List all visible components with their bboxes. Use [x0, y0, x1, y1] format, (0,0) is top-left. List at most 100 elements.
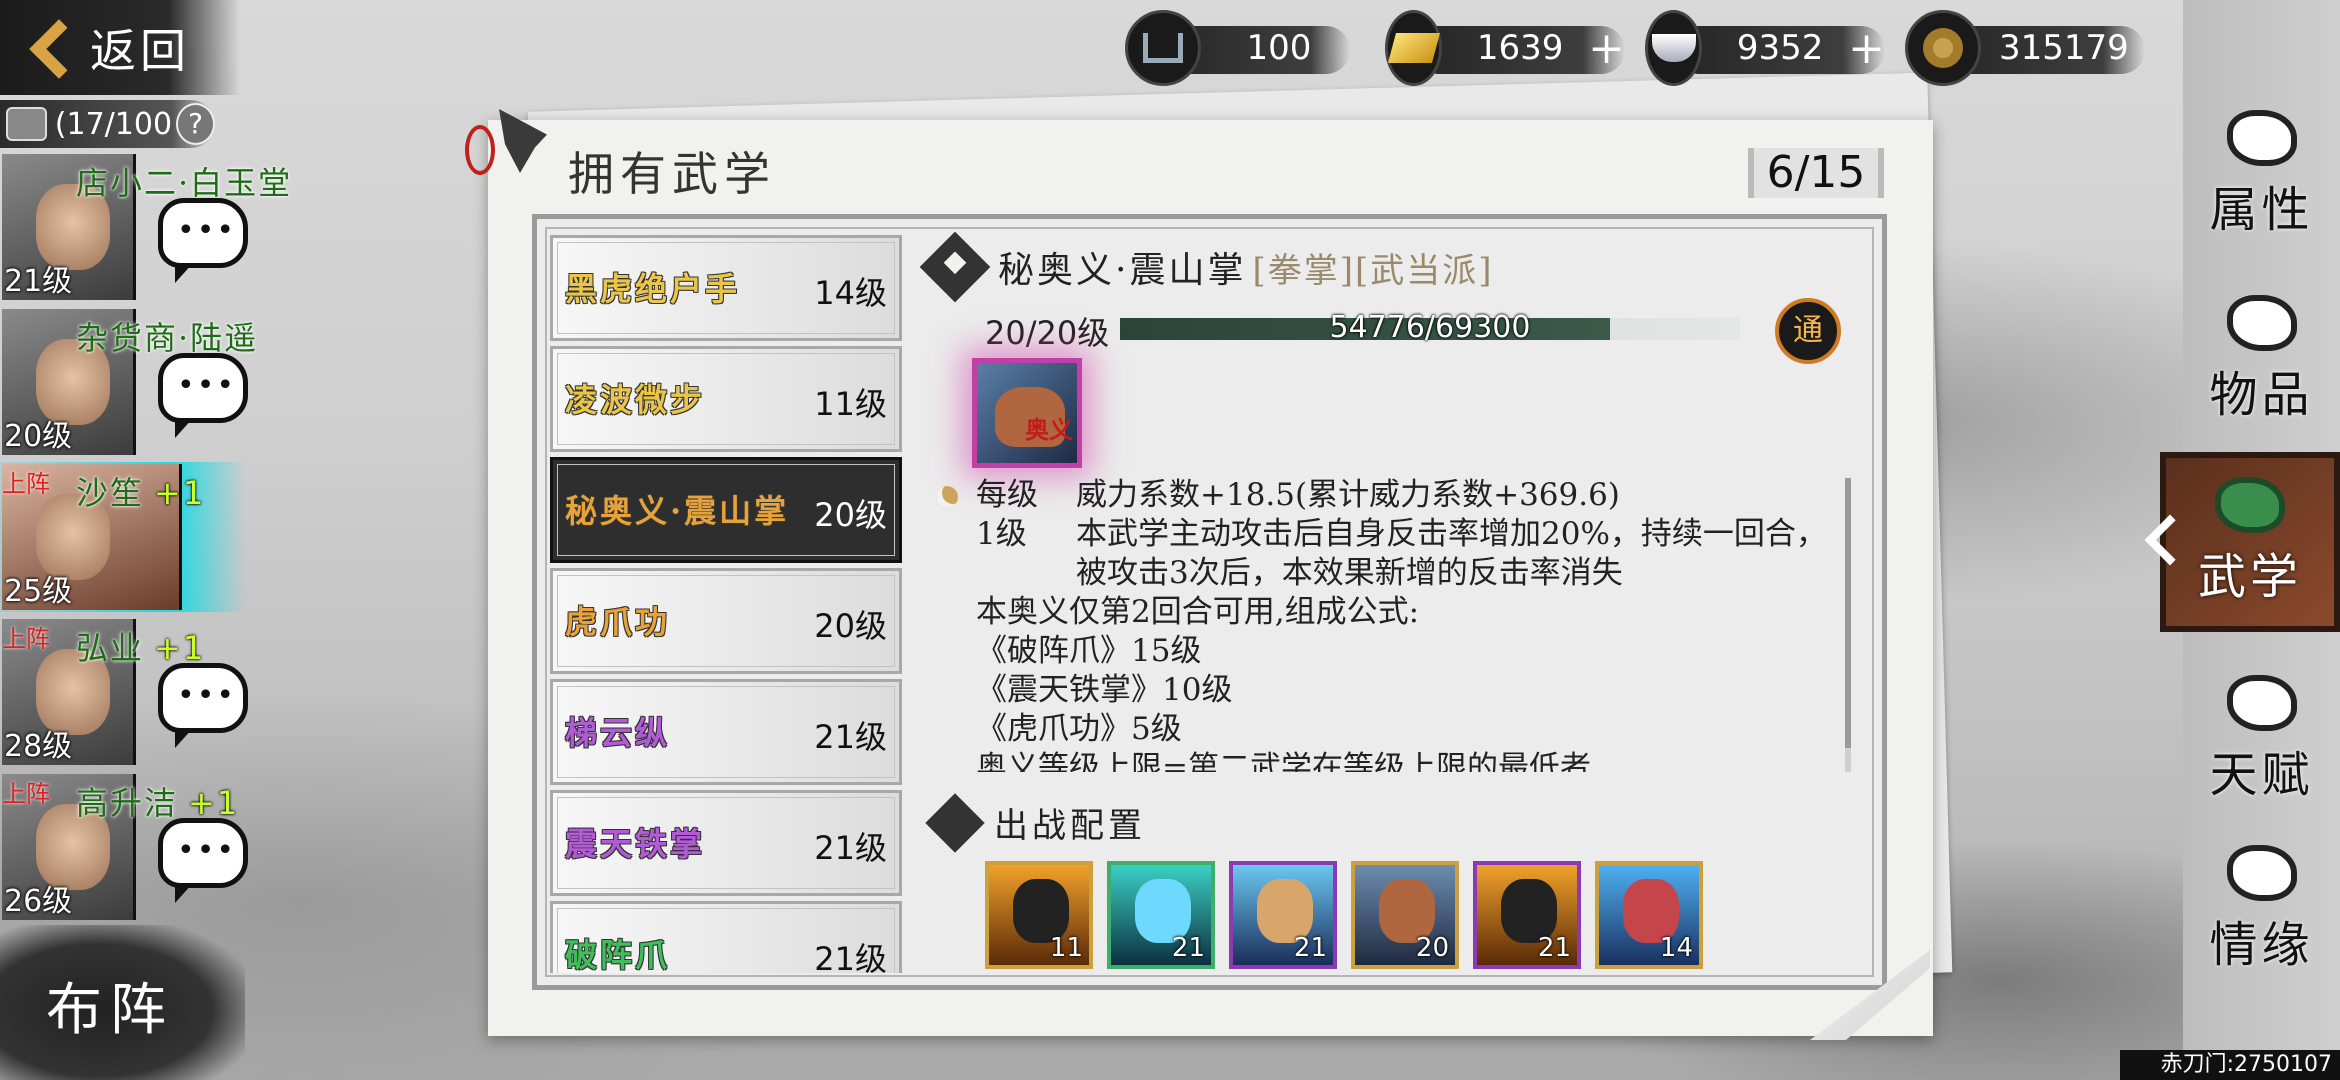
chevron-left-icon [28, 18, 74, 78]
player-id: 赤刀门:2750107 [2120, 1050, 2340, 1080]
skill-name: 秘奥义·震山掌 [565, 492, 790, 530]
crossed-swords-icon [925, 792, 985, 853]
back-label: 返回 [90, 23, 190, 78]
nav-bonds[interactable]: 情缘 [2183, 835, 2340, 985]
formula-line: 《破阵爪》15级 [976, 633, 1202, 669]
skill-level: 21级 [814, 940, 887, 973]
chat-bubble-icon[interactable] [158, 198, 248, 283]
nav-label: 物品 [2209, 367, 2314, 423]
gold-ingot-icon [1385, 10, 1443, 86]
slot-level: 20 [1415, 933, 1449, 963]
skill-item[interactable]: 破阵爪 21级 [550, 901, 902, 973]
hero-name: 弘业 [76, 629, 145, 667]
collapse-arrow-icon[interactable] [2140, 510, 2180, 570]
skill-item[interactable]: 震天铁掌 21级 [550, 790, 902, 896]
hero-card-3[interactable]: 上阵 弘业 +1 28级 [0, 617, 250, 767]
book-stack-icon [2215, 477, 2285, 533]
skill-count: 6/15 [1748, 148, 1884, 198]
formation-button[interactable]: 布阵 [0, 925, 245, 1080]
description-scrollbar[interactable] [1845, 478, 1851, 772]
add-gold-button[interactable]: + [1588, 23, 1625, 74]
cut-off-line: 奥义等级上限=第二武学在等级上限的最低者 [976, 750, 1591, 772]
skill-item[interactable]: 凌波微步 11级 [550, 346, 902, 452]
back-button[interactable]: 返回 [0, 0, 240, 95]
slot-level: 21 [1537, 933, 1571, 963]
copper-coin-icon [1905, 10, 1981, 86]
skill-detail-name: 秘奥义·震山掌 [998, 250, 1247, 291]
hero-bonus: +1 [154, 474, 206, 512]
hero-level: 28级 [4, 729, 73, 764]
currency-value: 1639 [1476, 28, 1564, 68]
formula-line: 《震天铁掌》10级 [976, 672, 1233, 708]
hero-bonus: +1 [154, 629, 206, 667]
hero-level: 21级 [4, 264, 73, 299]
skill-name: 震天铁掌 [565, 825, 706, 863]
hero-name: 沙笙 [76, 474, 145, 512]
silver-ingot-icon [1645, 10, 1703, 86]
hero-card-4[interactable]: 上阵 高升洁 +1 26级 [0, 772, 250, 922]
add-silver-button[interactable]: + [1848, 23, 1885, 74]
battle-slot[interactable]: 21 [1107, 861, 1215, 969]
heart-icon [2226, 845, 2297, 901]
nav-talent[interactable]: 天赋 [2183, 665, 2340, 815]
hero-card-2[interactable]: 上阵 沙笙 +1 25级 [0, 462, 250, 612]
battle-slot[interactable]: 11 [985, 861, 1093, 969]
nav-label: 天赋 [2209, 747, 2314, 803]
skill-detail-header: 秘奥义·震山掌 [拳掌][武当派] [919, 231, 1494, 303]
skill-level: 20级 [814, 607, 887, 645]
skill-list[interactable]: 黑虎绝户手 14级 凌波微步 11级 秘奥义·震山掌 20级 虎爪功 20级 梯云纵 21… [550, 235, 902, 973]
per-level-key: 每级 [976, 477, 1038, 513]
currency-gold: 1639 + [1385, 8, 1625, 88]
nav-items[interactable]: 物品 [2183, 285, 2340, 435]
capacity-count: (17/100 [54, 106, 173, 142]
hero-bonus: +1 [188, 784, 240, 822]
skill-name: 梯云纵 [565, 714, 671, 752]
hero-name: 高升洁 [76, 784, 179, 822]
battle-slot[interactable]: 21 [1473, 861, 1581, 969]
hero-level: 26级 [4, 884, 73, 919]
skill-detail-level: 20/20级 [985, 314, 1110, 352]
battle-slot[interactable]: 21 [1229, 861, 1337, 969]
lv1-key: 1级 [976, 516, 1027, 552]
chat-bubble-icon[interactable] [158, 353, 248, 438]
currency-copper: 315179 [1905, 8, 2145, 88]
skill-item-selected[interactable]: 秘奥义·震山掌 20级 [550, 457, 902, 563]
ultimate-note: 本奥义仅第2回合可用,组成公式: [976, 594, 1420, 630]
slot-level: 11 [1049, 933, 1083, 963]
battle-config-header: 出战配置 [920, 792, 1146, 853]
hero-level: 25级 [4, 574, 73, 609]
skill-name: 虎爪功 [565, 603, 671, 641]
skill-icon[interactable]: 奥义 [972, 358, 1082, 468]
hero-level: 20级 [4, 419, 73, 454]
chat-bubble-icon[interactable] [158, 818, 248, 903]
help-button[interactable]: ? [176, 103, 215, 145]
currency-value: 315179 [1999, 28, 2129, 68]
skill-level: 11级 [814, 385, 887, 423]
skill-level: 20级 [814, 496, 887, 534]
skill-description[interactable]: 每级 威力系数+18.5(累计威力系数+369.6) 1级 本武学主动攻击后自身反击… [930, 476, 1850, 772]
hero-card-1[interactable]: 杂货商·陆遥 20级 [0, 307, 256, 457]
hero-card-0[interactable]: 店小二·白玉堂 21级 [0, 152, 290, 302]
battle-slot[interactable]: 20 [1351, 861, 1459, 969]
mastery-badge[interactable]: 通 [1775, 298, 1841, 364]
battle-config-title: 出战配置 [994, 806, 1146, 846]
skill-level: 14级 [814, 274, 887, 312]
nav-attributes[interactable]: 属性 [2183, 100, 2340, 250]
panel-title: 拥有武学 [568, 147, 776, 201]
disciple-capacity: (17/100 ? [0, 100, 215, 148]
diamond-icon [919, 231, 991, 303]
skill-item[interactable]: 虎爪功 20级 [550, 568, 902, 674]
battle-slot[interactable]: 14 [1595, 861, 1703, 969]
currency-value: 9352 [1736, 28, 1824, 68]
formation-label: 布阵 [46, 978, 174, 1043]
skill-name: 破阵爪 [565, 936, 671, 973]
chat-bubble-icon[interactable] [158, 663, 248, 748]
skill-item[interactable]: 黑虎绝户手 14级 [550, 235, 902, 341]
helmet-icon [6, 107, 47, 141]
skill-item[interactable]: 梯云纵 21级 [550, 679, 902, 785]
xp-text: 54776/69300 [1329, 310, 1531, 345]
skill-name: 凌波微步 [565, 381, 706, 419]
deployed-tag: 上阵 [2, 470, 50, 498]
nav-label: 武学 [2197, 549, 2302, 605]
currency-value: 100 [1246, 28, 1312, 68]
